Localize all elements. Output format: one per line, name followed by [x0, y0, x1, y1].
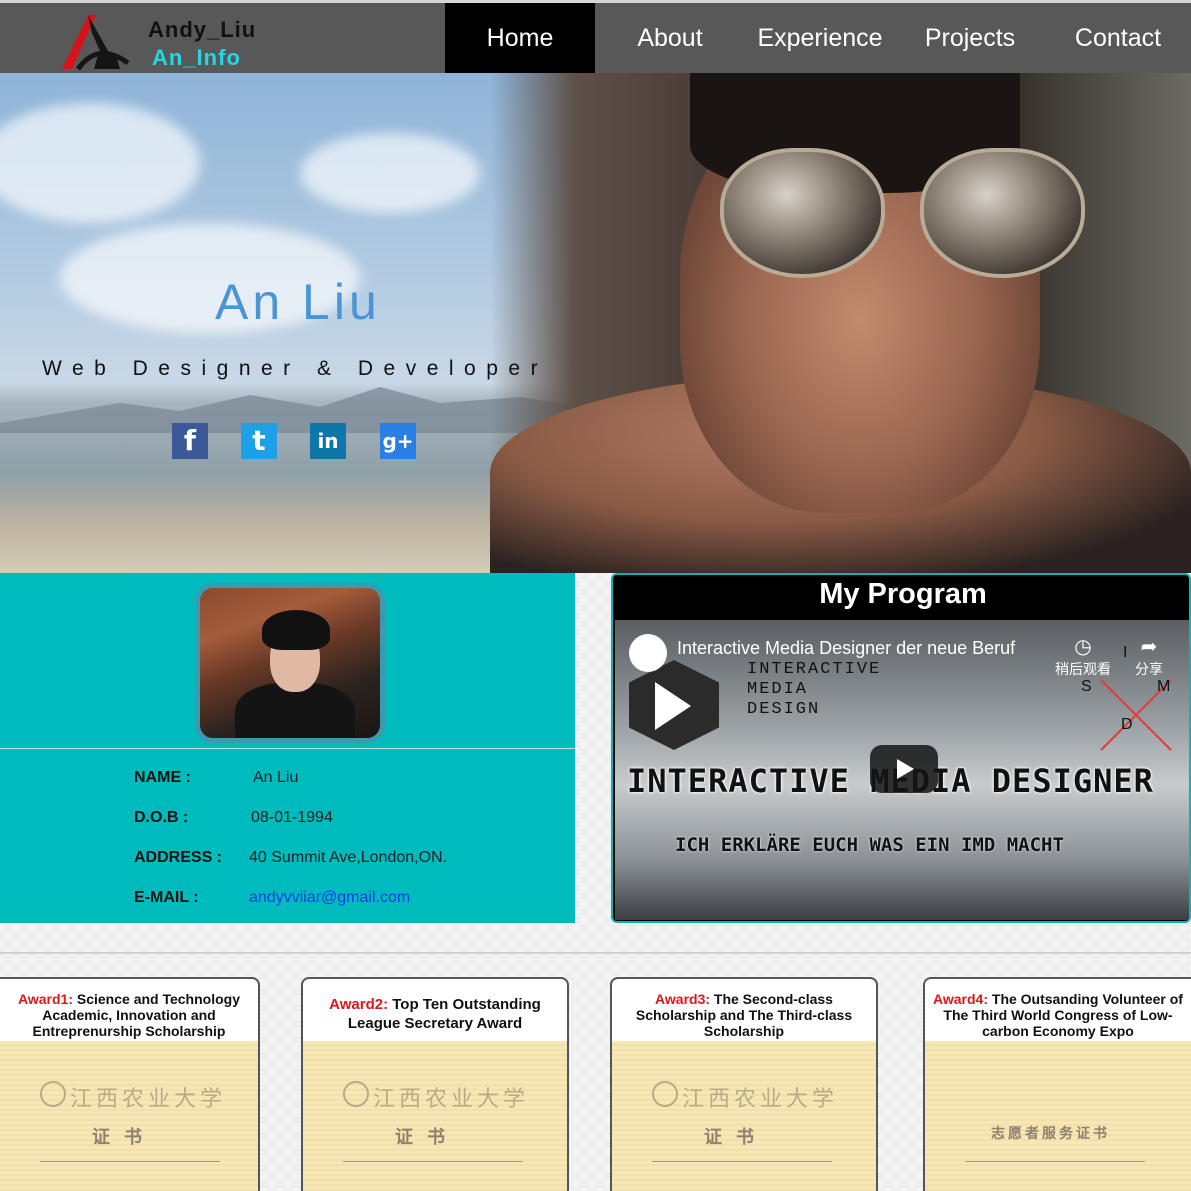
email-label: E-MAIL :	[134, 889, 199, 906]
award-heading: Award2:	[329, 996, 389, 1013]
video-player[interactable]: Interactive Media Designer der neue Beru…	[615, 620, 1189, 920]
hero-cloud	[300, 133, 480, 213]
imd-letter: S	[1081, 678, 1092, 695]
nav-about[interactable]: About	[595, 3, 745, 73]
award-heading: Award1:	[18, 991, 73, 1007]
award-caption: Award1: Science and Technology Academic,…	[0, 991, 258, 1039]
social-glyph: t	[252, 424, 266, 457]
site-logo[interactable]: Andy_Liu An_Info	[58, 7, 258, 71]
hero-cloud	[0, 103, 200, 223]
certificate-image: 江西农业大学 证书	[0, 1041, 258, 1191]
channel-avatar-icon[interactable]	[629, 634, 667, 672]
certificate-image: 江西农业大学 证书	[303, 1041, 567, 1191]
award-caption: Award2: Top Ten Outstanding League Secre…	[303, 995, 567, 1033]
play-icon	[897, 759, 914, 779]
award-caption: Award4: The Outsanding Volunteer of The …	[925, 991, 1191, 1039]
name-label: NAME :	[134, 769, 191, 786]
sunglasses-right	[920, 148, 1085, 278]
google-plus-icon[interactable]: g+	[380, 423, 416, 459]
channel-logo-play-icon	[655, 682, 691, 730]
profile-card: NAME : An Liu D.O.B : 08-01-1994 ADDRESS…	[0, 573, 575, 923]
top-navigation: Andy_Liu An_Info Home About Experience P…	[0, 0, 1191, 73]
profile-divider	[0, 748, 575, 749]
name-value: An Liu	[253, 769, 299, 786]
clock-icon: ◷	[1074, 636, 1092, 658]
social-glyph: g+	[382, 429, 414, 453]
imd-letter: M	[1157, 678, 1171, 695]
award-card[interactable]: Award3: The Second-class Scholarship and…	[610, 977, 878, 1191]
dob-label: D.O.B :	[134, 809, 189, 826]
avatar	[195, 583, 385, 743]
address-label: ADDRESS :	[134, 849, 223, 866]
facebook-icon[interactable]: f	[172, 423, 208, 459]
section-divider	[0, 952, 1191, 954]
logo-subtitle: An_Info	[152, 45, 241, 70]
program-title: My Program	[819, 578, 987, 610]
dob-value: 08-01-1994	[251, 809, 333, 826]
hero-banner: An Liu Web Designer & Developer f t in g…	[0, 73, 1191, 573]
linkedin-icon[interactable]: in	[310, 423, 346, 459]
nav-contact[interactable]: Contact	[1045, 3, 1191, 73]
hero-name: An Liu	[215, 274, 381, 330]
twitter-icon[interactable]: t	[241, 423, 277, 459]
my-program-panel: My Program Interactive Media Designer de…	[611, 573, 1191, 923]
award-heading: Award3:	[655, 991, 711, 1007]
watch-later-button[interactable]: ◷ 稍后观看	[1055, 634, 1111, 679]
nav-home[interactable]: Home	[445, 3, 595, 73]
hero-role: Web Designer & Developer	[42, 357, 549, 380]
imd-letter: D	[1121, 716, 1133, 733]
video-title[interactable]: Interactive Media Designer der neue Beru…	[677, 638, 1015, 659]
nav-experience[interactable]: Experience	[745, 3, 895, 73]
hero-portrait	[490, 73, 1191, 573]
video-subtitle: INTERACTIVE MEDIA DESIGN	[747, 660, 882, 719]
logo-mark-icon	[62, 15, 130, 71]
play-button[interactable]	[870, 745, 938, 793]
email-link[interactable]: andyvviiar@gmail.com	[249, 889, 410, 907]
social-glyph: in	[317, 429, 339, 453]
award-heading: Award4:	[933, 991, 988, 1007]
award-card[interactable]: Award4: The Outsanding Volunteer of The …	[923, 977, 1191, 1191]
award-card[interactable]: Award2: Top Ten Outstanding League Secre…	[301, 977, 569, 1191]
sunglasses-left	[720, 148, 885, 278]
share-icon: ➦	[1140, 636, 1158, 658]
share-button[interactable]: ➦ 分享	[1135, 634, 1163, 679]
video-tagline: ICH ERKLÄRE EUCH WAS EIN IMD MACHT	[675, 834, 1064, 856]
logo-title: Andy_Liu	[148, 17, 257, 42]
nav-projects[interactable]: Projects	[895, 3, 1045, 73]
social-glyph: f	[183, 424, 197, 457]
imd-letter: I	[1123, 644, 1128, 661]
award-card[interactable]: Award1: Science and Technology Academic,…	[0, 977, 260, 1191]
address-value: 40 Summit Ave,London,ON.	[249, 849, 448, 866]
award-caption: Award3: The Second-class Scholarship and…	[612, 991, 876, 1039]
certificate-image: 江西农业大学 证书	[612, 1041, 876, 1191]
certificate-image: 志愿者服务证书	[925, 1041, 1191, 1191]
